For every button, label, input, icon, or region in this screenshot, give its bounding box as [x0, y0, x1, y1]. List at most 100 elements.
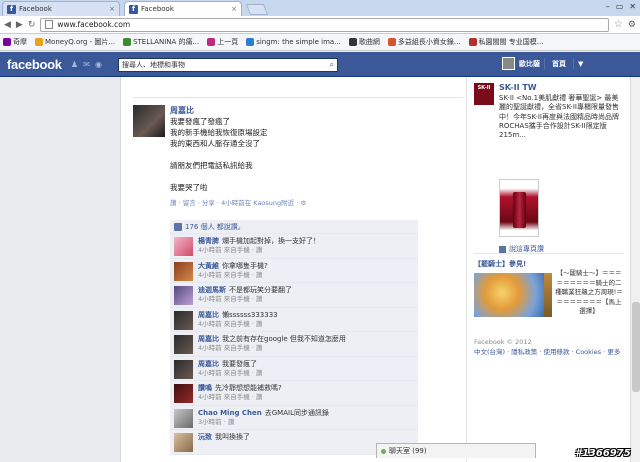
bookmark-item[interactable]: MoneyQ.org - 圖片...: [35, 37, 115, 47]
divider: [133, 97, 463, 98]
ad-product-image[interactable]: [499, 179, 539, 237]
comment-avatar[interactable]: [174, 237, 193, 256]
facebook-favicon-icon: f: [129, 4, 138, 14]
divider: [573, 58, 574, 69]
home-link[interactable]: 首頁: [549, 59, 569, 69]
facebook-logo[interactable]: facebook: [7, 57, 62, 72]
wrench-menu-icon[interactable]: ⚙: [628, 20, 636, 30]
comment-list: 楊青脾 爛手機加起對掉，換一支好了！ 4小時前 來自手機 · 讚大黃維 你拿哪隻手機?…: [170, 234, 418, 455]
bookmark-item[interactable]: singm: the simple ima...: [246, 38, 341, 46]
post-text-line: [170, 149, 460, 160]
post-author-name[interactable]: 周嘉比: [170, 105, 460, 116]
comment-meta[interactable]: 3小時前 · 讚: [198, 418, 414, 427]
like-thumb-icon: [499, 245, 506, 253]
close-tab-icon[interactable]: ×: [109, 5, 115, 13]
post-text-line: 我要發瘋了發瘋了: [170, 117, 230, 126]
comment-item: 大黃維 你拿哪隻手機? 4小時前 來自手機 · 讚: [170, 258, 418, 283]
comment-meta[interactable]: 4小時前 來自手機 · 讚: [198, 271, 414, 280]
user-avatar[interactable]: [502, 57, 515, 70]
bookmark-item[interactable]: 奇摩: [3, 37, 27, 47]
new-tab-button[interactable]: [245, 4, 269, 15]
comment-meta[interactable]: 4小時前 來自手機 · 讚: [198, 344, 414, 353]
notifications-icon[interactable]: ◉: [94, 60, 103, 69]
comment-item: 周嘉比 懶ssssss333333 4小時前 來自手機 · 讚: [170, 307, 418, 332]
comment-author[interactable]: 周嘉比: [198, 335, 219, 343]
facebook-favicon-icon: f: [7, 4, 16, 14]
bookmark-label: 歌曲網: [358, 38, 380, 46]
search-input[interactable]: 搜尋人、地標和事物 ⌕: [118, 58, 338, 72]
comment-item: 周嘉比 我要發瘋了 4小時前 來自手機 · 讚: [170, 356, 418, 381]
bookmark-item[interactable]: 上一頁: [207, 37, 238, 47]
sponsored-ad-game[interactable]: 【罷騎士】參見! 【～罷騎士～】＝＝＝＝＝＝＝＝＝騎士的二種職業狂飆之方周現!＝…: [474, 259, 624, 317]
post-text-line: 我的東西和人脈存通全沒了: [170, 139, 260, 148]
comment-avatar[interactable]: [174, 310, 193, 330]
comment-author[interactable]: 大黃維: [198, 262, 219, 270]
url-input[interactable]: www.facebook.com: [40, 17, 609, 32]
comment-avatar[interactable]: [174, 384, 193, 403]
reload-icon[interactable]: ↻: [28, 20, 36, 30]
bookmark-favicon-icon: [3, 38, 11, 46]
minimize-icon[interactable]: –: [606, 2, 610, 11]
comment-avatar[interactable]: [174, 261, 193, 281]
comment-author[interactable]: Chao Ming Chen: [198, 409, 262, 417]
likes-bar[interactable]: 176 個人 都說讚。: [170, 220, 418, 234]
scrollbar-thumb[interactable]: [632, 302, 640, 392]
comment-avatar[interactable]: [174, 433, 193, 452]
friend-requests-icon[interactable]: ♟: [70, 60, 79, 69]
chat-label[interactable]: 聊天室 (99): [389, 446, 427, 456]
comment-author[interactable]: 周嘉比: [198, 360, 219, 368]
comment-text: 我叫換換了: [215, 433, 250, 441]
close-window-icon[interactable]: ✕: [629, 2, 636, 11]
post-author-avatar[interactable]: [133, 105, 165, 137]
comment-avatar[interactable]: [174, 286, 193, 305]
comment-author[interactable]: 沅致: [198, 433, 212, 441]
bookmark-favicon-icon: [246, 38, 255, 46]
messages-icon[interactable]: ✉: [82, 60, 91, 69]
url-text: www.facebook.com: [57, 20, 131, 29]
comment-avatar[interactable]: [174, 408, 193, 428]
page-footer: Facebook © 2012 中文(台灣) · 隱私政策 · 使用條款 · C…: [474, 337, 626, 357]
ad-title[interactable]: 【罷騎士】參見!: [474, 259, 624, 269]
comment-avatar[interactable]: [174, 335, 193, 354]
back-icon[interactable]: ◀: [4, 20, 11, 30]
bookmark-label: MoneyQ.org - 圖片...: [45, 38, 116, 46]
post-menu-icon[interactable]: ⚙: [300, 199, 306, 207]
bookmarks-bar: 奇摩 MoneyQ.org - 圖片... STELLANINA 的痛... 上一頁 s…: [0, 34, 640, 51]
comment-meta[interactable]: 4小時前 來自手機 · 讚: [198, 369, 414, 378]
likes-count[interactable]: 176 個人 都說讚。: [185, 222, 245, 232]
bookmark-star-icon[interactable]: ☆: [614, 19, 623, 30]
user-name[interactable]: 歐比薩: [519, 59, 540, 69]
ad-game-image[interactable]: [474, 273, 544, 317]
maximize-icon[interactable]: ▭: [616, 2, 624, 11]
comment-author[interactable]: 楊青脾: [198, 237, 219, 245]
comment-text: 我要發瘋了: [222, 359, 257, 368]
comment-author[interactable]: 迪迦馬斯: [198, 286, 226, 294]
comment-meta[interactable]: 4小時前 來自手機 · 讚: [198, 320, 414, 329]
comment-meta[interactable]: 4小時前 來自手機 · 讚: [198, 393, 414, 402]
notification-jewels: ♟ ✉ ◉: [70, 60, 103, 69]
post-action-links[interactable]: 讚 · 留言 · 分享 · 4小時前在 Kaosung附近 ·: [170, 199, 298, 207]
bookmark-item[interactable]: 私園閩閩 专业国模...: [468, 37, 543, 47]
bookmark-item[interactable]: STELLANINA 的痛...: [123, 37, 199, 47]
footer-links[interactable]: 中文(台灣) · 隱私政策 · 使用條款 · Cookies · 更多: [474, 348, 620, 356]
comment-author[interactable]: 讚鳴: [198, 384, 212, 392]
page-scrollbar[interactable]: [630, 77, 640, 462]
comment-avatar[interactable]: [174, 359, 193, 379]
browser-tab[interactable]: f Facebook ×: [2, 1, 120, 16]
forward-icon[interactable]: ▶: [16, 20, 23, 30]
browser-tab-active[interactable]: f Facebook ×: [124, 1, 242, 16]
close-tab-icon[interactable]: ×: [231, 5, 237, 13]
bookmark-item[interactable]: 多益組長小資女錄...: [387, 37, 461, 47]
chat-bar[interactable]: 聊天室 (99): [376, 443, 536, 458]
bookmark-item[interactable]: 歌曲網: [348, 37, 380, 47]
ad-title[interactable]: SK-II TW: [499, 83, 537, 92]
comment-author[interactable]: 周嘉比: [198, 311, 219, 319]
comment-meta[interactable]: 4小時前 來自手機 · 讚: [198, 246, 414, 255]
comment-item: 迪迦馬斯 不是都玩笑分要翻了 4小時前 來自手機 · 讚: [170, 283, 418, 308]
footer-copyright: Facebook © 2012: [474, 338, 532, 346]
comment-meta[interactable]: 4小時前 來自手機 · 讚: [198, 295, 414, 304]
tab-label: Facebook: [141, 5, 174, 13]
ad-logo: SK-II: [474, 83, 494, 105]
search-icon[interactable]: ⌕: [330, 60, 334, 70]
account-menu-icon[interactable]: ▼: [578, 60, 583, 68]
